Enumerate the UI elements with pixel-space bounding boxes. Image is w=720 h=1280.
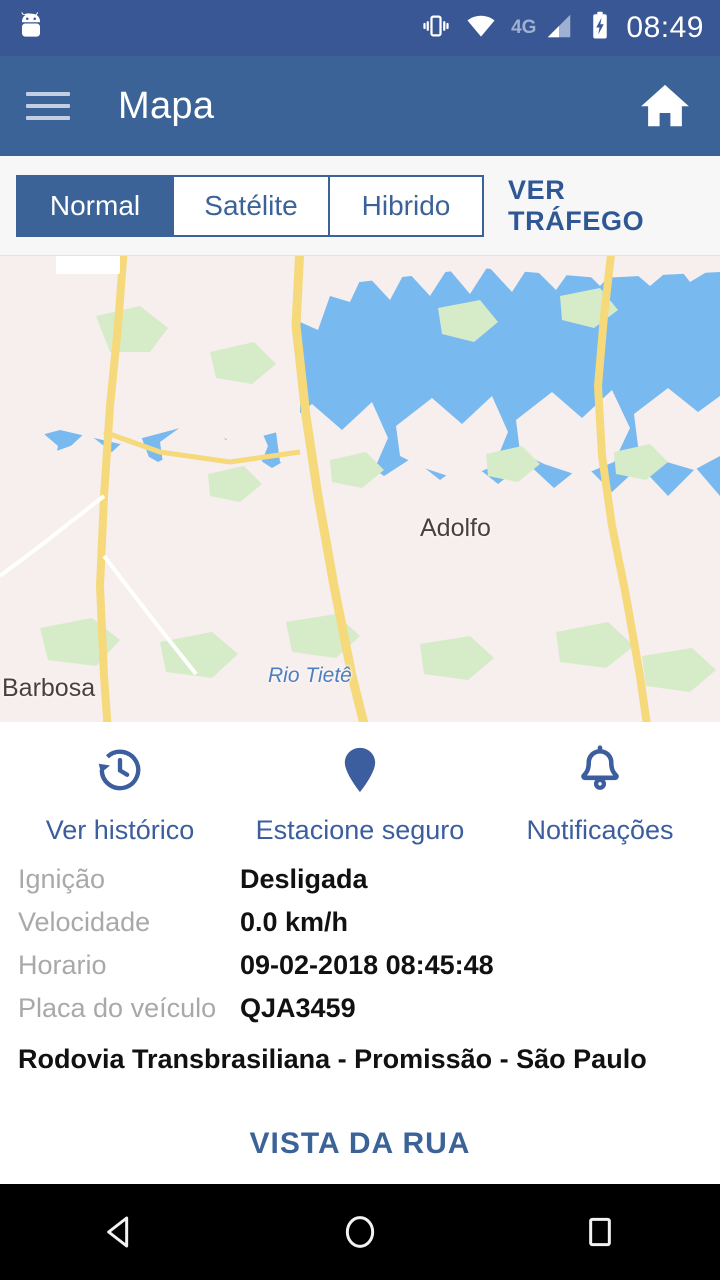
detail-label: Horario (18, 950, 107, 980)
map-canvas (0, 256, 720, 722)
hamburger-line (26, 92, 70, 96)
detail-row-ignicao: Ignição Desligada (18, 864, 702, 907)
vehicle-details: Ignição Desligada Velocidade 0.0 km/h Ho… (0, 856, 720, 1161)
status-bar-right: 4G 08:49 (421, 11, 704, 46)
tab-normal[interactable]: Normal (16, 174, 172, 237)
action-ver-historico[interactable]: Ver histórico (0, 744, 240, 846)
hamburger-line (26, 104, 70, 108)
android-nav-bar (0, 1184, 720, 1280)
quick-actions: Ver histórico Estacione seguro Notificaç… (0, 722, 720, 856)
status-bar: 4G 08:49 (0, 0, 720, 56)
page-title: Mapa (118, 84, 215, 127)
map-type-segmented-control: Normal Satélite Hibrido (16, 174, 484, 237)
status-bar-clock: 08:49 (626, 11, 704, 44)
bell-icon (574, 744, 626, 801)
home-icon[interactable] (636, 79, 694, 133)
detail-row-velocidade: Velocidade 0.0 km/h (18, 907, 702, 950)
action-label: Notificações (526, 815, 674, 845)
map-label-adolfo: Adolfo (420, 514, 491, 542)
vehicle-address: Rodovia Transbrasiliana - Promissão - Sã… (18, 1044, 647, 1074)
network-type-label: 4G (511, 17, 537, 38)
signal-icon (544, 11, 574, 46)
map-tooltip-fragment (56, 256, 120, 274)
battery-charging-icon (588, 11, 612, 46)
map-label-barbosa: Barbosa (2, 674, 96, 702)
hamburger-menu-icon[interactable] (26, 92, 70, 120)
hamburger-line (26, 116, 70, 120)
detail-label: Ignição (18, 864, 106, 894)
map-type-bar: Normal Satélite Hibrido VER TRÁFEGO (0, 156, 720, 256)
tab-satelite[interactable]: Satélite (172, 174, 328, 237)
tab-hibrido[interactable]: Hibrido (328, 174, 484, 237)
wifi-icon (465, 11, 497, 46)
detail-row-horario: Horario 09-02-2018 08:45:48 (18, 950, 702, 993)
android-robot-icon (16, 11, 46, 46)
action-label: Estacione seguro (255, 815, 465, 845)
detail-label: Velocidade (18, 907, 151, 937)
action-estacione-seguro[interactable]: Estacione seguro (240, 744, 480, 846)
detail-row-placa: Placa do veículo QJA3459 (18, 993, 702, 1036)
status-bar-left (16, 11, 46, 46)
history-icon (94, 744, 146, 801)
view-traffic-button[interactable]: VER TRÁFEGO (508, 175, 704, 237)
detail-value: 09-02-2018 08:45:48 (240, 950, 494, 980)
vibrate-icon (421, 11, 451, 46)
recents-square-icon[interactable] (540, 1184, 660, 1280)
detail-value: Desligada (240, 864, 368, 894)
action-notificacoes[interactable]: Notificações (480, 744, 720, 846)
home-circle-icon[interactable] (300, 1184, 420, 1280)
detail-label: Placa do veículo (18, 993, 217, 1023)
street-view-button[interactable]: VISTA DA RUA (18, 1075, 702, 1161)
detail-value: 0.0 km/h (240, 907, 349, 937)
location-pin-icon (334, 744, 386, 801)
map-label-rio-tiete: Rio Tietê (268, 664, 352, 687)
app-bar: Mapa (0, 56, 720, 156)
phone-screen: 4G 08:49 Mapa Normal Satélite Hibrido VE… (0, 0, 720, 1280)
action-label: Ver histórico (45, 815, 195, 845)
back-triangle-icon[interactable] (60, 1184, 180, 1280)
map-view[interactable]: Adolfo Barbosa Sabino Avanhandava Rio Ti… (0, 256, 720, 722)
detail-value: QJA3459 (240, 993, 356, 1023)
